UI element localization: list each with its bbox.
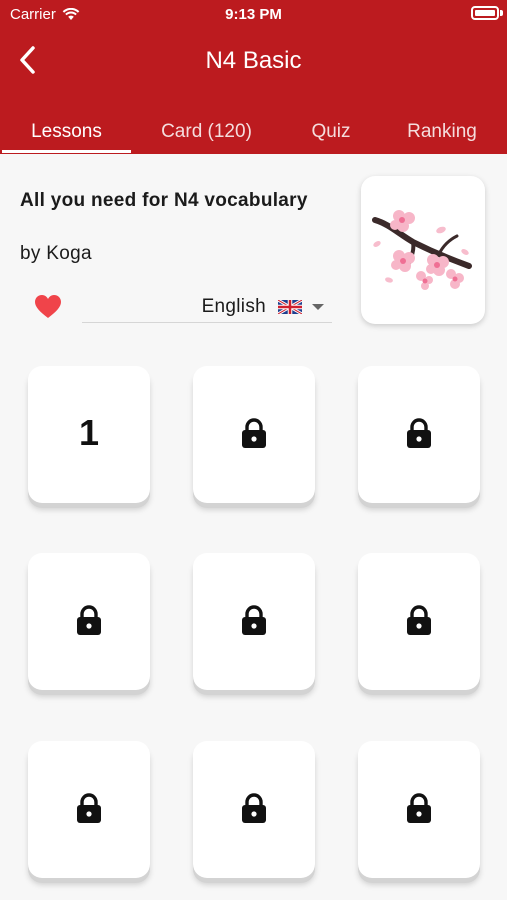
lock-icon	[77, 793, 101, 823]
language-selector[interactable]: English	[82, 292, 332, 323]
lock-icon	[407, 605, 431, 635]
tab-card[interactable]: Card (120)	[140, 121, 273, 143]
tab-bar: Lessons Card (120) Quiz Ranking	[0, 112, 507, 154]
uk-flag-icon	[278, 300, 302, 314]
active-tab-indicator	[2, 150, 131, 153]
course-cover	[361, 176, 485, 324]
battery-icon	[471, 6, 499, 20]
lesson-tile-locked[interactable]	[193, 741, 315, 878]
app-header: Carrier 9:13 PM N4 Basic Lessons Card (1…	[0, 0, 507, 154]
lesson-tile-locked[interactable]	[358, 741, 480, 878]
lock-icon	[242, 605, 266, 635]
lesson-tile-locked[interactable]	[358, 366, 480, 503]
heart-icon[interactable]	[34, 294, 62, 320]
battery-tip	[500, 10, 503, 16]
language-label: English	[201, 296, 266, 317]
status-time: 9:13 PM	[225, 6, 282, 23]
lesson-tile-1[interactable]: 1	[28, 366, 150, 503]
chevron-down-icon	[312, 304, 324, 310]
lesson-tile-locked[interactable]	[193, 553, 315, 690]
lock-icon	[242, 418, 266, 448]
lock-icon	[407, 418, 431, 448]
tab-lessons[interactable]: Lessons	[2, 121, 131, 143]
lock-icon	[242, 793, 266, 823]
tab-quiz[interactable]: Quiz	[290, 121, 372, 143]
lesson-tile-locked[interactable]	[193, 366, 315, 503]
lesson-number: 1	[78, 412, 100, 453]
lesson-tile-locked[interactable]	[28, 553, 150, 690]
lesson-tile-locked[interactable]	[28, 741, 150, 878]
cherry-blossom-icon	[372, 210, 472, 290]
lesson-tile-locked[interactable]	[358, 553, 480, 690]
lock-icon	[77, 605, 101, 635]
lock-icon	[407, 793, 431, 823]
page-title: N4 Basic	[205, 47, 302, 74]
tab-ranking[interactable]: Ranking	[388, 121, 496, 143]
course-author: by Koga	[20, 243, 92, 264]
course-title: All you need for N4 vocabulary	[20, 190, 308, 211]
status-bar: Carrier 9:13 PM	[0, 0, 507, 28]
